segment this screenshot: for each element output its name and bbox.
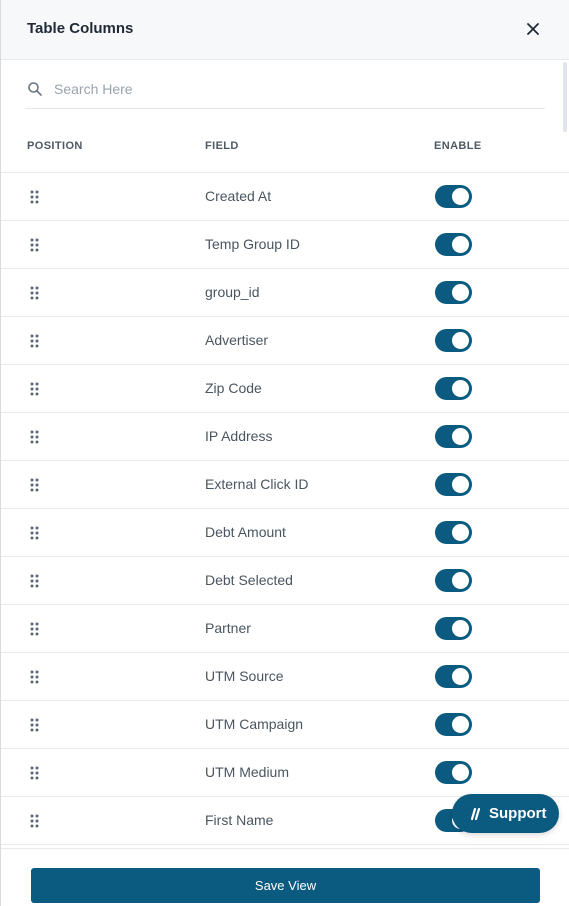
table-row: Advertiser bbox=[1, 317, 569, 365]
enable-toggle[interactable] bbox=[435, 281, 472, 304]
drag-handle-icon[interactable] bbox=[30, 382, 40, 396]
toggle-knob bbox=[452, 428, 469, 445]
toggle-knob bbox=[452, 236, 469, 253]
scrollbar[interactable] bbox=[563, 62, 567, 132]
enable-toggle[interactable] bbox=[435, 425, 472, 448]
drag-handle-icon[interactable] bbox=[30, 622, 40, 636]
panel-title: Table Columns bbox=[27, 20, 134, 37]
enable-toggle[interactable] bbox=[435, 665, 472, 688]
field-name: IP Address bbox=[205, 428, 273, 444]
close-button[interactable] bbox=[524, 20, 542, 38]
toggle-knob bbox=[452, 716, 469, 733]
drag-handle-icon[interactable] bbox=[30, 766, 40, 780]
field-name: group_id bbox=[205, 284, 260, 300]
field-name: Advertiser bbox=[205, 332, 269, 348]
table-row: Temp Group ID bbox=[1, 221, 569, 269]
drag-handle-icon[interactable] bbox=[30, 238, 40, 252]
table-row: IP Address bbox=[1, 413, 569, 461]
column-header-enable: ENABLE bbox=[434, 140, 482, 152]
drag-handle-icon[interactable] bbox=[30, 478, 40, 492]
panel-header: Table Columns bbox=[1, 0, 569, 60]
field-name: Temp Group ID bbox=[205, 236, 300, 252]
enable-toggle[interactable] bbox=[435, 185, 472, 208]
table-row: UTM Campaign bbox=[1, 701, 569, 749]
table-row: UTM Medium bbox=[1, 749, 569, 797]
drag-handle-icon[interactable] bbox=[30, 190, 40, 204]
search-bar bbox=[25, 70, 545, 109]
table-row: External Click ID bbox=[1, 461, 569, 509]
toggle-knob bbox=[452, 284, 469, 301]
toggle-knob bbox=[452, 524, 469, 541]
field-name: UTM Medium bbox=[205, 764, 290, 780]
enable-toggle[interactable] bbox=[435, 521, 472, 544]
table-row: Debt Amount bbox=[1, 509, 569, 557]
field-name: Zip Code bbox=[205, 380, 262, 396]
toggle-knob bbox=[452, 380, 469, 397]
field-name: First Name bbox=[205, 812, 274, 828]
table-row: group_id bbox=[1, 269, 569, 317]
column-header-position: POSITION bbox=[27, 140, 83, 152]
enable-toggle[interactable] bbox=[435, 473, 472, 496]
enable-toggle[interactable] bbox=[435, 329, 472, 352]
drag-handle-icon[interactable] bbox=[30, 286, 40, 300]
enable-toggle[interactable] bbox=[435, 569, 472, 592]
panel-footer: Save View bbox=[1, 848, 569, 906]
drag-handle-icon[interactable] bbox=[30, 718, 40, 732]
column-list: Created At Temp Group ID group_id Advertise… bbox=[1, 173, 569, 848]
table-row: Partner bbox=[1, 605, 569, 653]
field-name: Partner bbox=[205, 620, 251, 636]
drag-handle-icon[interactable] bbox=[30, 574, 40, 588]
table-columns-panel: Table Columns POSITION FIELD ENABLE Crea… bbox=[0, 0, 569, 906]
drag-handle-icon[interactable] bbox=[30, 526, 40, 540]
support-button[interactable]: Support bbox=[452, 794, 559, 833]
table-header: POSITION FIELD ENABLE bbox=[1, 132, 569, 173]
field-name: UTM Campaign bbox=[205, 716, 304, 732]
drag-handle-icon[interactable] bbox=[30, 670, 40, 684]
support-slash-icon bbox=[470, 807, 481, 820]
toggle-knob bbox=[452, 764, 469, 781]
table-row: Created At bbox=[1, 173, 569, 221]
field-name: UTM Source bbox=[205, 668, 284, 684]
toggle-knob bbox=[452, 620, 469, 637]
search-icon bbox=[28, 82, 42, 96]
table-row: UTM Source bbox=[1, 653, 569, 701]
column-header-field: FIELD bbox=[205, 140, 239, 152]
enable-toggle[interactable] bbox=[435, 377, 472, 400]
search-input[interactable] bbox=[52, 77, 536, 101]
drag-handle-icon[interactable] bbox=[30, 334, 40, 348]
drag-handle-icon[interactable] bbox=[30, 814, 40, 828]
support-label: Support bbox=[489, 805, 547, 822]
table-row: Zip Code bbox=[1, 365, 569, 413]
field-name: Created At bbox=[205, 188, 272, 204]
toggle-knob bbox=[452, 332, 469, 349]
save-view-button[interactable]: Save View bbox=[31, 868, 540, 903]
enable-toggle[interactable] bbox=[435, 233, 472, 256]
enable-toggle[interactable] bbox=[435, 713, 472, 736]
enable-toggle[interactable] bbox=[435, 617, 472, 640]
toggle-knob bbox=[452, 188, 469, 205]
toggle-knob bbox=[452, 668, 469, 685]
field-name: Debt Amount bbox=[205, 524, 286, 540]
enable-toggle[interactable] bbox=[435, 761, 472, 784]
table-row: Debt Selected bbox=[1, 557, 569, 605]
toggle-knob bbox=[452, 572, 469, 589]
field-name: External Click ID bbox=[205, 476, 309, 492]
toggle-knob bbox=[452, 476, 469, 493]
close-icon bbox=[527, 23, 539, 35]
field-name: Debt Selected bbox=[205, 572, 293, 588]
drag-handle-icon[interactable] bbox=[30, 430, 40, 444]
